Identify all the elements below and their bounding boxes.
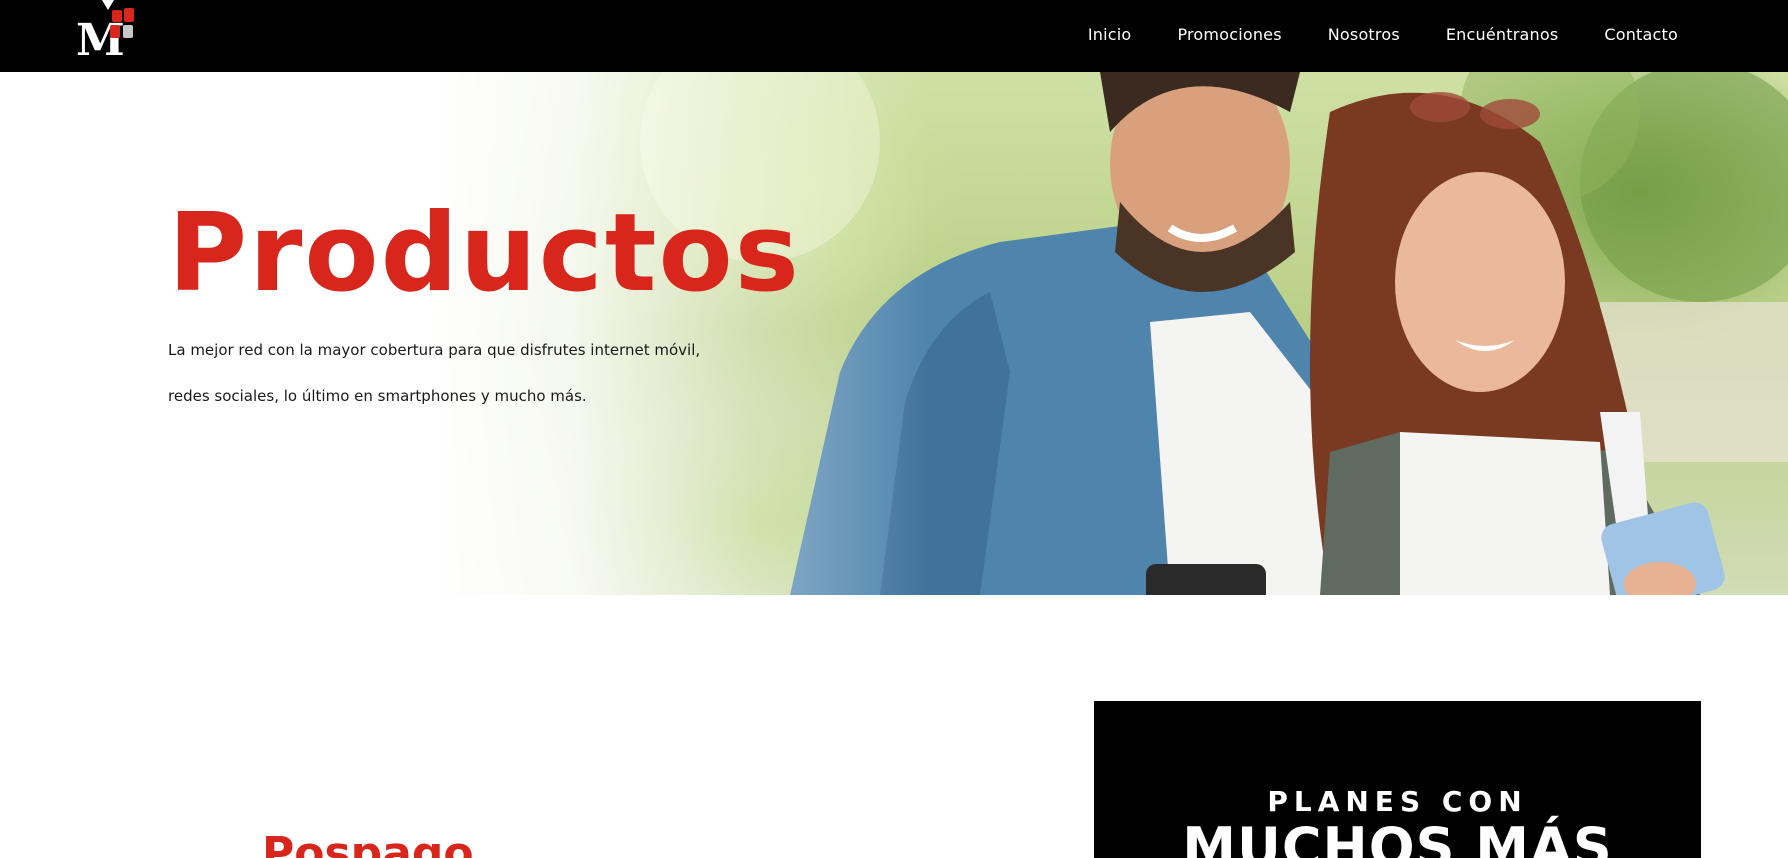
nav-item-promociones[interactable]: Promociones xyxy=(1177,25,1281,44)
logo-letter: M xyxy=(76,15,125,64)
promo-heading-top: PLANES CON xyxy=(1267,785,1528,818)
nav-item-contacto[interactable]: Contacto xyxy=(1604,25,1678,44)
nav-item-nosotros[interactable]: Nosotros xyxy=(1328,25,1400,44)
nav-item-encuentranos[interactable]: Encuéntranos xyxy=(1446,25,1559,44)
nav-item-inicio[interactable]: Inicio xyxy=(1088,25,1132,44)
brand-logo[interactable]: M xyxy=(74,0,140,66)
hero-description-line: redes sociales, lo último en smartphones… xyxy=(168,387,587,405)
hero-title: Productos xyxy=(168,191,801,316)
top-navigation-bar: M Inicio Promociones Nosotros Encuéntran… xyxy=(0,0,1788,72)
promo-heading-main: MUCHOS MÁS xyxy=(1182,816,1613,858)
promo-banner[interactable]: PLANES CON MUCHOS MÁS xyxy=(1094,701,1701,858)
page: M Inicio Promociones Nosotros Encuéntran… xyxy=(0,0,1788,858)
brand-logo-mark: M xyxy=(76,0,134,66)
hero-description: La mejor red con la mayor cobertura para… xyxy=(168,327,728,419)
section-title-pospago: Pospago xyxy=(262,828,474,858)
hero-description-line: La mejor red con la mayor cobertura para… xyxy=(168,341,701,359)
hero-banner: Productos La mejor red con la mayor cobe… xyxy=(0,72,1788,595)
main-nav: Inicio Promociones Nosotros Encuéntranos… xyxy=(1088,0,1678,68)
